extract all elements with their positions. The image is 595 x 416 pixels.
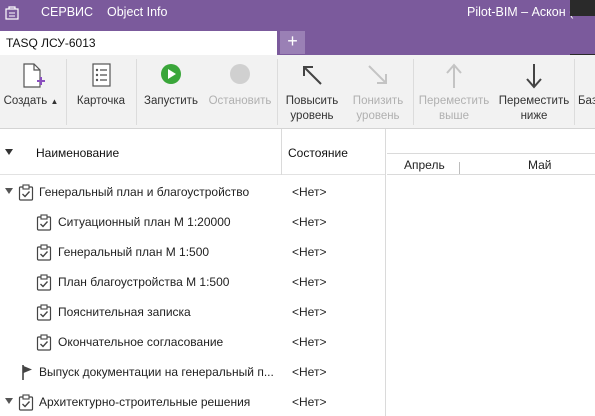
column-header-name[interactable]: Наименование	[36, 146, 119, 160]
tree-row[interactable]: Ситуационный план М 1:20000 <Нет>	[0, 207, 385, 237]
toolbar-separator	[66, 59, 67, 125]
move-down-label: Переместить ниже	[498, 95, 570, 122]
window-controls[interactable]	[570, 0, 595, 16]
tab-label: TASQ ЛСУ-6013	[6, 36, 96, 50]
arrow-down-icon	[526, 64, 542, 89]
tab-project[interactable]: TASQ ЛСУ-6013	[0, 31, 277, 55]
arrow-up-left-icon	[303, 66, 322, 85]
clipboard-task-icon	[36, 334, 52, 351]
arrow-down-right-icon	[368, 65, 387, 84]
start-label: Запустить	[144, 95, 198, 107]
row-state: <Нет>	[292, 215, 327, 229]
add-tab-button[interactable]: +	[280, 31, 305, 54]
row-state: <Нет>	[292, 275, 327, 289]
move-up-button[interactable]: Переместить выше	[415, 55, 493, 128]
tree-row[interactable]: Генеральный план и благоустройство <Нет>	[0, 177, 385, 207]
base-label: Баз	[578, 95, 595, 107]
create-button[interactable]: Создать ▲	[0, 55, 62, 128]
row-state: <Нет>	[292, 365, 327, 379]
play-icon	[161, 64, 181, 84]
menu-object-info[interactable]: Object Info	[107, 5, 167, 19]
move-up-label: Переместить выше	[418, 95, 490, 122]
toolbar-separator	[574, 59, 575, 125]
toolbar-separator	[413, 59, 414, 125]
raise-level-label: Повысить уровень	[285, 95, 339, 122]
row-name: Окончательное согласование	[58, 335, 224, 349]
row-name: План благоустройства М 1:500	[58, 275, 230, 289]
row-name: Генеральный план М 1:500	[58, 245, 210, 259]
base-button[interactable]: Баз	[576, 55, 595, 128]
tree-row[interactable]: Пояснительная записка <Нет>	[0, 297, 385, 327]
row-state: <Нет>	[292, 335, 327, 349]
clipboard-task-icon	[18, 394, 34, 411]
start-button[interactable]: Запустить	[138, 55, 204, 128]
card-icon	[92, 63, 111, 87]
tree-row[interactable]: Окончательное согласование <Нет>	[0, 327, 385, 357]
new-document-icon	[23, 63, 45, 88]
toolbar: Создать ▲ Карточка Запустить Остановить	[0, 55, 595, 129]
card-button[interactable]: Карточка	[70, 55, 132, 128]
menu-service[interactable]: СЕРВИС	[41, 5, 93, 19]
row-name: Выпуск документации на генеральный п...	[39, 365, 274, 379]
clipboard-task-icon	[36, 274, 52, 291]
gantt-splitter[interactable]	[385, 129, 386, 416]
raise-level-button[interactable]: Повысить уровень	[279, 55, 345, 128]
row-state: <Нет>	[292, 305, 327, 319]
month-may: Май	[528, 158, 552, 172]
expand-icon[interactable]	[5, 398, 13, 404]
tree-row[interactable]: Выпуск документации на генеральный п... …	[0, 357, 385, 387]
clipboard-task-icon	[36, 304, 52, 321]
card-label: Карточка	[76, 95, 126, 107]
tree-row[interactable]: Архитектурно-строительные решения <Нет>	[0, 387, 385, 416]
stop-label: Остановить	[208, 95, 272, 107]
lower-level-label: Понизить уровень	[352, 95, 404, 122]
toolbar-separator	[136, 59, 137, 125]
column-divider[interactable]	[281, 129, 282, 175]
row-name: Архитектурно-строительные решения	[39, 395, 251, 409]
arrow-up-icon	[446, 63, 462, 88]
tree-row[interactable]: План благоустройства М 1:500 <Нет>	[0, 267, 385, 297]
flag-icon	[22, 365, 32, 380]
row-state: <Нет>	[292, 245, 327, 259]
row-name: Ситуационный план М 1:20000	[58, 215, 231, 229]
timescale-tick	[459, 162, 460, 174]
collapse-all-icon[interactable]	[5, 149, 13, 155]
clipboard-task-icon	[36, 244, 52, 261]
clipboard-task-icon	[36, 214, 52, 231]
clipboard-task-icon	[18, 184, 34, 201]
chevron-down-icon: ▲	[50, 97, 59, 106]
column-header-state[interactable]: Состояние	[288, 146, 348, 160]
stop-icon	[230, 64, 250, 84]
stop-button[interactable]: Остановить	[204, 55, 276, 128]
create-label: Создать	[3, 95, 48, 107]
row-name: Пояснительная записка	[58, 305, 191, 319]
gantt-header-top	[387, 129, 595, 153]
toolbar-separator	[277, 59, 278, 125]
row-state: <Нет>	[292, 185, 327, 199]
tree-row[interactable]: Генеральный план М 1:500 <Нет>	[0, 237, 385, 267]
app-logo-icon	[5, 6, 19, 20]
lower-level-button[interactable]: Понизить уровень	[347, 55, 409, 128]
move-down-button[interactable]: Переместить ниже	[493, 55, 575, 128]
expand-icon[interactable]	[5, 188, 13, 194]
title-bar: СЕРВИС Object Info Pilot-BIM – Аскон (оп…	[0, 0, 595, 28]
row-state: <Нет>	[292, 395, 327, 409]
month-april: Апрель	[404, 158, 445, 172]
row-name: Генеральный план и благоустройство	[39, 185, 250, 199]
